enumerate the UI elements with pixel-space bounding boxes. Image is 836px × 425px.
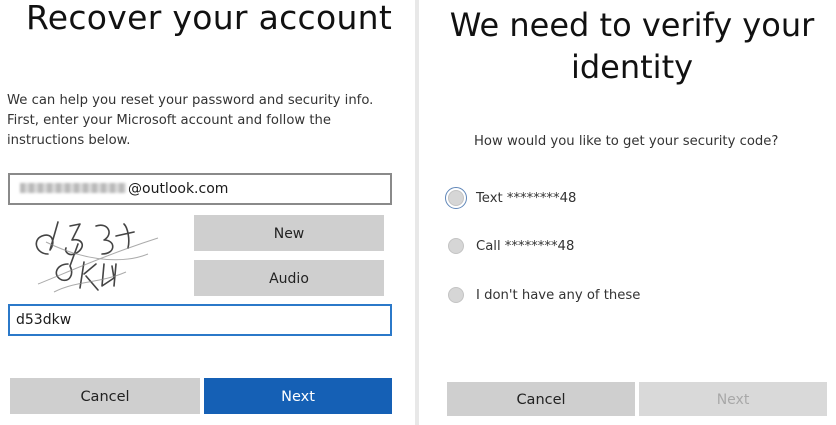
radio-button[interactable]	[448, 287, 464, 303]
radio-label: Call ********48	[476, 238, 575, 254]
security-code-question: How would you like to get your security …	[474, 134, 779, 149]
radio-label: I don't have any of these	[476, 287, 641, 303]
new-captcha-button[interactable]: New	[194, 215, 384, 251]
captcha-input[interactable]: d53dkw	[8, 304, 392, 336]
captcha-input-value: d53dkw	[16, 312, 72, 328]
redacted-username	[20, 183, 126, 193]
email-field[interactable]: @outlook.com	[8, 173, 392, 205]
radio-option-none[interactable]: I don't have any of these	[448, 283, 640, 307]
audio-captcha-button[interactable]: Audio	[194, 260, 384, 296]
recover-account-panel: Recover your account We can help you res…	[0, 0, 414, 425]
radio-option-text[interactable]: Text ********48	[445, 186, 577, 210]
cancel-button[interactable]: Cancel	[447, 382, 635, 416]
captcha-image	[35, 221, 159, 293]
next-button[interactable]: Next	[204, 378, 392, 414]
verify-identity-panel: We need to verify your identity How woul…	[420, 0, 836, 425]
radio-label: Text ********48	[476, 190, 577, 206]
cancel-button[interactable]: Cancel	[10, 378, 200, 414]
email-domain: @outlook.com	[128, 181, 229, 197]
radio-button[interactable]	[448, 238, 464, 254]
radio-option-call[interactable]: Call ********48	[448, 234, 574, 258]
radio-button[interactable]	[445, 187, 467, 209]
page-title: Recover your account	[26, 0, 393, 37]
instructions-text: We can help you reset your password and …	[7, 93, 374, 148]
panel-divider	[415, 0, 419, 425]
page-title: We need to verify your identity	[449, 6, 815, 86]
next-button-disabled[interactable]: Next	[639, 382, 827, 416]
